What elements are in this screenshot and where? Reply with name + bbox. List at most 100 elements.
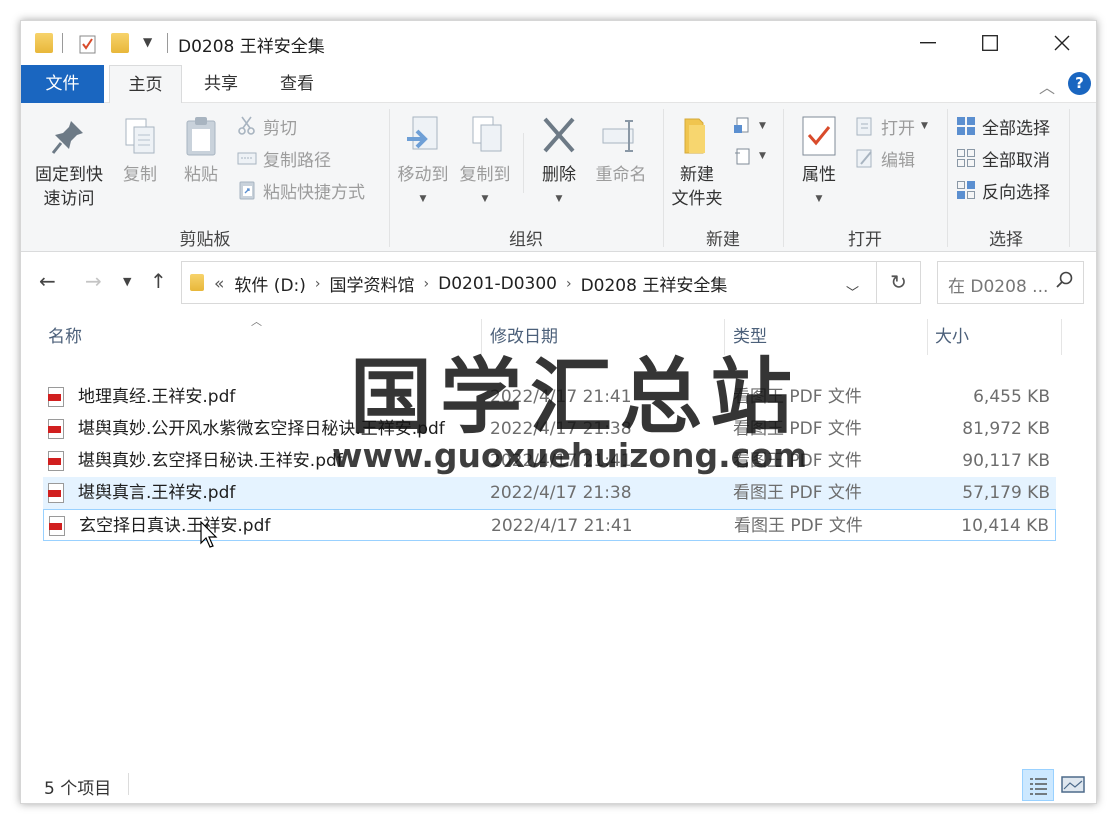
table-row[interactable]: 堪舆真言.王祥安.pdf 2022/4/17 21:38 看图王 PDF 文件 … xyxy=(43,477,1056,509)
new-folder-label-line2: 文件夹 xyxy=(671,189,723,209)
open-label: 打开 xyxy=(881,118,915,139)
cut-label: 剪切 xyxy=(263,118,297,139)
rename-button[interactable]: 重命名 xyxy=(591,115,651,187)
ribbon: 固定到快 速访问 复制 粘贴 剪切 复制路径 粘贴快捷方式 剪贴板 移动到 ▼ … xyxy=(21,103,1096,252)
scissors-icon xyxy=(237,116,257,136)
refresh-icon: ↻ xyxy=(890,270,907,294)
invert-selection-icon xyxy=(956,180,976,200)
open-button[interactable]: 打开 ▼ xyxy=(855,113,928,139)
paste-shortcut-button[interactable]: 粘贴快捷方式 xyxy=(237,177,365,203)
new-folder-icon xyxy=(677,115,717,157)
paste-icon xyxy=(181,115,221,157)
file-size: 90,117 KB xyxy=(962,451,1050,471)
copy-to-button[interactable]: 复制到 ▼ xyxy=(457,115,513,211)
details-view-icon xyxy=(1030,778,1047,795)
column-divider[interactable] xyxy=(927,319,928,355)
pdf-file-icon xyxy=(48,387,64,407)
details-view-button[interactable] xyxy=(1022,769,1054,801)
table-row[interactable]: 玄空择日真诀.王祥安.pdf 2022/4/17 21:41 看图王 PDF 文… xyxy=(43,509,1056,541)
pin-to-quick-access-button[interactable]: 固定到快 速访问 xyxy=(31,115,107,211)
breadcrumb-item[interactable]: 软件 (D:) xyxy=(234,271,306,296)
invert-selection-button[interactable]: 反向选择 xyxy=(956,177,1050,203)
move-to-dropdown-icon: ▼ xyxy=(419,194,427,204)
move-to-button[interactable]: 移动到 ▼ xyxy=(395,115,451,211)
file-type: 看图王 PDF 文件 xyxy=(733,483,862,503)
chevron-right-icon[interactable]: › xyxy=(566,276,572,292)
tab-share[interactable]: 共享 xyxy=(186,65,256,103)
address-history-chevron-icon[interactable]: ﹀ xyxy=(846,282,859,301)
new-folder-quick-icon[interactable] xyxy=(111,33,129,53)
forward-arrow-icon[interactable]: → xyxy=(85,269,102,293)
title-bar: ▼ D0208 王祥安全集 xyxy=(21,21,1096,65)
group-divider xyxy=(1069,109,1070,247)
pin-label-line2: 速访问 xyxy=(43,189,95,209)
new-item-button[interactable]: ▼ xyxy=(733,113,766,139)
new-folder-button[interactable]: 新建 文件夹 xyxy=(667,115,727,211)
folder-icon xyxy=(190,274,204,291)
select-all-button[interactable]: 全部选择 xyxy=(956,113,1050,139)
breadcrumb-item[interactable]: 国学资料馆 xyxy=(330,271,415,296)
customize-quick-access-icon[interactable]: ▼ xyxy=(143,35,152,49)
chevron-right-icon[interactable]: › xyxy=(315,276,321,292)
file-modified: 2022/4/17 21:38 xyxy=(490,483,632,503)
tab-home[interactable]: 主页 xyxy=(109,65,182,104)
properties-dropdown-icon: ▼ xyxy=(815,194,823,204)
delete-button[interactable]: 删除 ▼ xyxy=(531,115,587,211)
clipboard-group-label: 剪贴板 xyxy=(179,230,231,250)
paste-shortcut-icon xyxy=(237,180,257,200)
new-item-dropdown-icon: ▼ xyxy=(759,121,766,131)
watermark-url: www.guoxuehuizong.com xyxy=(332,436,808,475)
status-bar: 5 个项目 xyxy=(21,763,1096,803)
pdf-file-icon xyxy=(48,451,64,471)
recent-locations-chevron-icon[interactable]: ▼ xyxy=(123,275,131,288)
easy-access-button[interactable]: ▼ xyxy=(733,143,766,169)
column-header-size[interactable]: 大小 xyxy=(935,319,969,355)
large-icons-view-button[interactable] xyxy=(1058,769,1090,801)
breadcrumb-item[interactable]: D0208 王祥安全集 xyxy=(581,271,728,296)
paste-button[interactable]: 粘贴 xyxy=(176,115,226,187)
collapse-ribbon-icon[interactable]: ︿ xyxy=(1039,74,1055,98)
easy-access-icon xyxy=(733,146,753,166)
back-arrow-icon[interactable]: ← xyxy=(39,269,56,293)
pin-icon xyxy=(49,115,89,157)
cut-button[interactable]: 剪切 xyxy=(237,113,297,139)
close-button[interactable] xyxy=(1031,21,1093,65)
edit-button[interactable]: 编辑 xyxy=(855,145,915,171)
watermark-title: 国学汇总站 xyxy=(350,350,801,445)
help-button[interactable]: ? xyxy=(1068,72,1091,95)
breadcrumb-overflow[interactable]: « xyxy=(214,274,224,294)
minimize-button[interactable] xyxy=(897,21,959,65)
copy-button[interactable]: 复制 xyxy=(115,115,165,187)
file-name: 地理真经.王祥安.pdf xyxy=(78,387,236,407)
breadcrumb: « 软件 (D:) › 国学资料馆 › D0201-D0300 › D0208 … xyxy=(214,271,728,297)
copy-to-dropdown-icon: ▼ xyxy=(481,194,489,204)
file-name: 玄空择日真诀.王祥安.pdf xyxy=(79,516,271,536)
file-name: 堪舆真妙.玄空择日秘诀.王祥安.pdf xyxy=(78,451,343,471)
column-header-name[interactable]: 名称 xyxy=(48,319,82,355)
select-none-button[interactable]: 全部取消 xyxy=(956,145,1050,171)
copy-path-icon xyxy=(237,148,257,168)
breadcrumb-item[interactable]: D0201-D0300 xyxy=(438,274,557,294)
edit-label: 编辑 xyxy=(881,150,915,171)
address-bar[interactable]: « 软件 (D:) › 国学资料馆 › D0201-D0300 › D0208 … xyxy=(181,261,877,304)
open-group-label: 打开 xyxy=(848,230,882,250)
pdf-file-icon xyxy=(49,516,65,536)
tab-file[interactable]: 文件 xyxy=(21,65,104,103)
properties-button[interactable]: 属性 ▼ xyxy=(791,115,847,211)
tab-view[interactable]: 查看 xyxy=(262,65,332,103)
pdf-file-icon xyxy=(48,483,64,503)
chevron-right-icon[interactable]: › xyxy=(424,276,430,292)
column-divider[interactable] xyxy=(1061,319,1062,355)
edit-icon xyxy=(855,148,875,168)
maximize-button[interactable] xyxy=(959,21,1021,65)
file-size: 81,972 KB xyxy=(962,419,1050,439)
properties-quick-icon[interactable] xyxy=(78,33,96,54)
item-count: 5 个项目 xyxy=(44,779,112,799)
paste-shortcut-label: 粘贴快捷方式 xyxy=(263,182,365,203)
up-arrow-icon[interactable]: ↑ xyxy=(150,269,167,293)
copy-path-button[interactable]: 复制路径 xyxy=(237,145,331,171)
search-input[interactable]: 在 D0208 ... xyxy=(937,261,1084,304)
move-to-icon xyxy=(403,115,443,157)
rename-icon xyxy=(601,115,641,157)
refresh-button[interactable]: ↻ xyxy=(877,261,921,304)
